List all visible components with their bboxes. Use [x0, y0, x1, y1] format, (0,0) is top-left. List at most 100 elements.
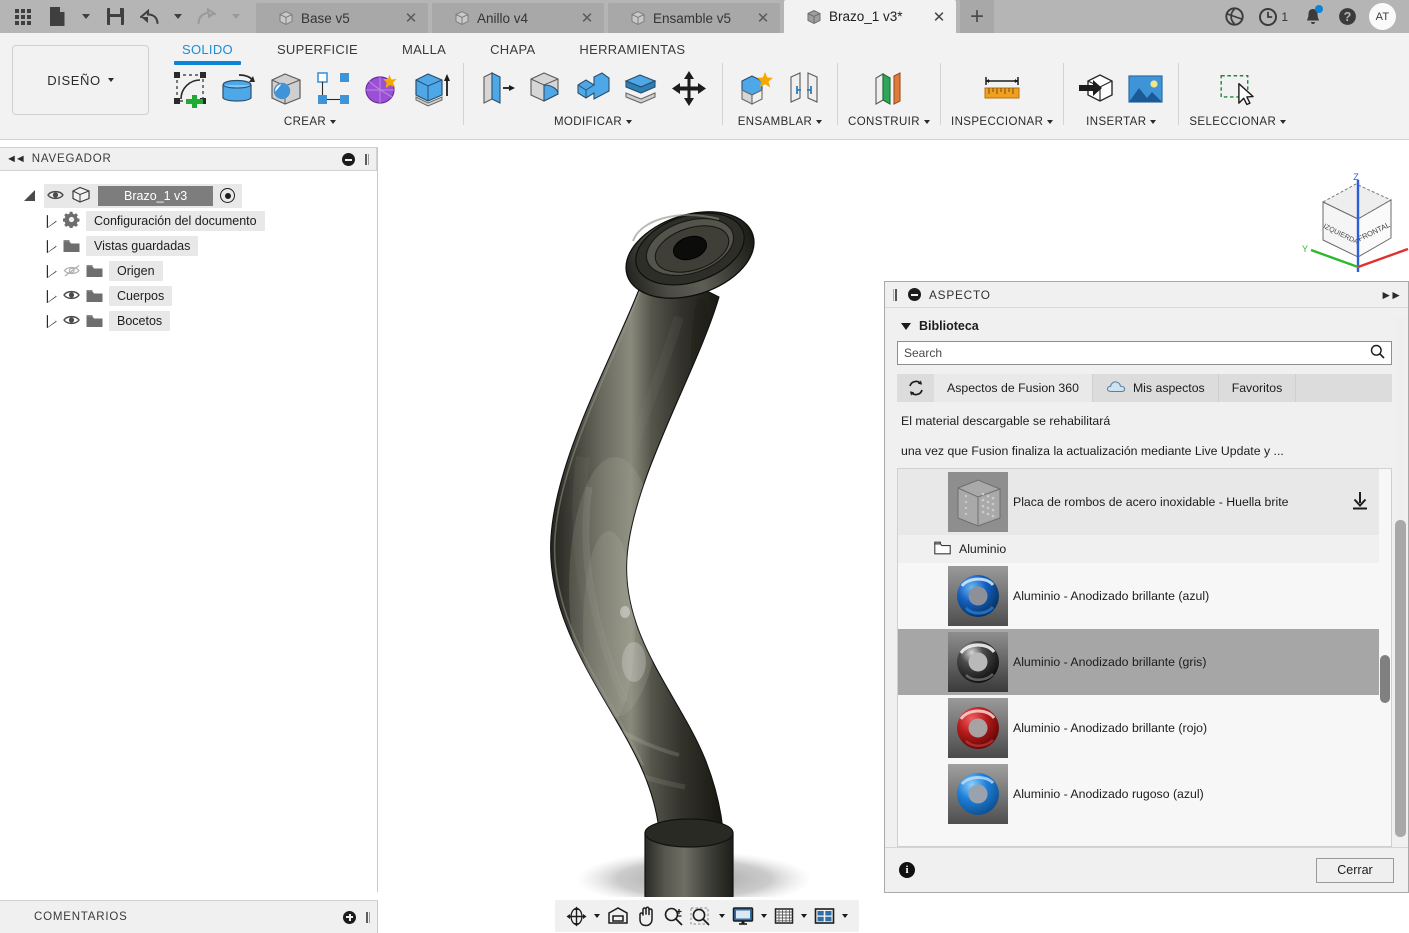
new-component-icon[interactable]	[733, 65, 779, 113]
refresh-icon[interactable]	[897, 374, 934, 402]
download-icon[interactable]	[1351, 491, 1369, 513]
view-cube[interactable]: IZQUIERDA FRONTAL Z X Y	[1293, 172, 1409, 277]
close-icon[interactable]: ✕	[404, 9, 418, 27]
library-tab-favoritos[interactable]: Favoritos	[1218, 374, 1297, 402]
hole-icon[interactable]	[263, 65, 309, 113]
collapse-left-icon[interactable]: ◄◄	[6, 153, 26, 165]
job-status-icon[interactable]: 1	[1253, 0, 1294, 33]
panel-title-modificar[interactable]: MODIFICAR	[554, 116, 633, 128]
ribbon-tab-malla[interactable]: MALLA	[380, 38, 468, 62]
measure-icon[interactable]	[979, 65, 1025, 113]
tree-item-vistas-guardadas[interactable]: Vistas guardadas	[0, 233, 377, 258]
redo-icon[interactable]	[190, 0, 224, 33]
close-icon[interactable]: ✕	[756, 9, 770, 27]
list-item[interactable]: Aluminio - Anodizado brillante (azul)	[898, 563, 1391, 630]
insert-image-icon[interactable]	[1122, 65, 1168, 113]
orbit-icon[interactable]	[563, 902, 590, 930]
visibility-eye-icon[interactable]	[47, 189, 64, 202]
panel-title-seleccionar[interactable]: SELECCIONAR	[1189, 116, 1287, 128]
tree-item-origen[interactable]: Origen	[0, 258, 377, 283]
material-folder-row[interactable]: Aluminio	[898, 535, 1391, 564]
expand-triangle-icon[interactable]	[46, 214, 57, 228]
activate-component-icon[interactable]	[220, 188, 236, 203]
close-icon[interactable]: ✕	[580, 9, 594, 27]
redo-caret-icon[interactable]	[224, 0, 248, 33]
root-component-name[interactable]: Brazo_1 v3	[98, 185, 214, 206]
panel-title-ensamblar[interactable]: ENSAMBLAR	[738, 116, 823, 128]
document-tab-active[interactable]: Brazo_1 v3* ✕	[784, 0, 956, 33]
tree-item-configuracion[interactable]: Configuración del documento	[0, 208, 377, 233]
list-item[interactable]: Aluminio - Anodizado rugoso (azul)	[898, 761, 1391, 828]
dialog-grip-icon[interactable]	[893, 288, 900, 302]
look-at-icon[interactable]	[604, 902, 632, 930]
model-3d-brazo[interactable]	[529, 157, 829, 907]
revolve-icon[interactable]	[215, 65, 261, 113]
scrollbar-thumb[interactable]	[1380, 655, 1390, 704]
grid-snaps-icon[interactable]	[771, 902, 797, 930]
add-comment-icon[interactable]	[343, 910, 356, 924]
viewports-caret-icon[interactable]	[839, 902, 851, 930]
help-icon[interactable]: ?	[1331, 0, 1364, 33]
create-form-icon[interactable]	[359, 65, 405, 113]
panel-title-inspeccionar[interactable]: INSPECCIONAR	[951, 116, 1054, 128]
comments-panel[interactable]: COMENTARIOS	[0, 900, 378, 933]
tree-root-row[interactable]: Brazo_1 v3	[0, 183, 377, 208]
document-tab[interactable]: Anillo v4 ✕	[432, 3, 604, 33]
material-list-scrollbar[interactable]	[1379, 469, 1391, 846]
info-icon[interactable]: i	[899, 862, 915, 878]
list-item[interactable]: Placa de rombos de acero inoxidable - Hu…	[898, 469, 1391, 536]
grid-caret-icon[interactable]	[798, 902, 810, 930]
search-input[interactable]	[904, 346, 1370, 360]
extrude-icon[interactable]	[407, 65, 453, 113]
expand-triangle-icon[interactable]	[46, 314, 57, 328]
fillet-icon[interactable]	[522, 65, 568, 113]
construction-plane-icon[interactable]	[866, 65, 912, 113]
new-document-caret-icon[interactable]	[74, 0, 98, 33]
insert-derive-icon[interactable]	[1074, 65, 1120, 113]
new-document-icon[interactable]	[40, 0, 74, 33]
panel-title-insertar[interactable]: INSERTAR	[1086, 116, 1157, 128]
panel-title-crear[interactable]: CREAR	[284, 116, 337, 128]
expand-triangle-icon[interactable]	[46, 289, 57, 303]
visibility-eye-icon[interactable]	[63, 314, 80, 327]
create-sketch-icon[interactable]	[167, 65, 213, 113]
appearance-header[interactable]: ASPECTO ►►	[885, 282, 1408, 308]
list-item[interactable]: Aluminio - Anodizado brillante (rojo)	[898, 695, 1391, 762]
zoom-window-icon[interactable]	[687, 902, 715, 930]
ribbon-tab-herramientas[interactable]: HERRAMIENTAS	[557, 38, 707, 62]
viewports-icon[interactable]	[811, 902, 838, 930]
display-settings-icon[interactable]	[729, 902, 757, 930]
workspace-switcher[interactable]: DISEÑO	[12, 45, 149, 115]
ribbon-tab-solido[interactable]: SOLIDO	[160, 38, 255, 65]
panel-grip-icon[interactable]	[363, 911, 371, 924]
notifications-bell-icon[interactable]	[1296, 0, 1329, 33]
expand-triangle-icon[interactable]	[24, 189, 38, 203]
scrollbar-thumb[interactable]	[1395, 520, 1406, 837]
shell-icon[interactable]	[570, 65, 616, 113]
data-panel-icon[interactable]	[1218, 0, 1251, 33]
joint-icon[interactable]	[781, 65, 827, 113]
document-tab[interactable]: Base v5 ✕	[256, 3, 428, 33]
list-item-selected[interactable]: Aluminio - Anodizado brillante (gris)	[898, 629, 1391, 696]
user-avatar[interactable]: AT	[1366, 0, 1399, 33]
collapse-dialog-icon[interactable]	[908, 288, 921, 301]
save-icon[interactable]	[98, 0, 132, 33]
document-tab[interactable]: Ensamble v5 ✕	[608, 3, 780, 33]
pattern-icon[interactable]	[311, 65, 357, 113]
zoom-icon[interactable]	[660, 902, 686, 930]
search-box[interactable]	[897, 341, 1392, 365]
undo-icon[interactable]	[132, 0, 166, 33]
library-tab-fusion360[interactable]: Aspectos de Fusion 360	[934, 374, 1093, 402]
orbit-caret-icon[interactable]	[591, 902, 603, 930]
close-icon[interactable]: ✕	[932, 8, 946, 26]
split-body-icon[interactable]	[618, 65, 664, 113]
collapse-all-icon[interactable]	[342, 152, 355, 166]
undo-caret-icon[interactable]	[166, 0, 190, 33]
visibility-eye-hidden-icon[interactable]	[63, 264, 80, 277]
dialog-scrollbar[interactable]	[1394, 316, 1406, 839]
panel-title-construir[interactable]: CONSTRUIR	[848, 116, 930, 128]
tree-item-bocetos[interactable]: Bocetos	[0, 308, 377, 333]
display-caret-icon[interactable]	[758, 902, 770, 930]
close-button[interactable]: Cerrar	[1316, 857, 1394, 883]
expand-right-icon[interactable]: ►►	[1380, 288, 1402, 302]
